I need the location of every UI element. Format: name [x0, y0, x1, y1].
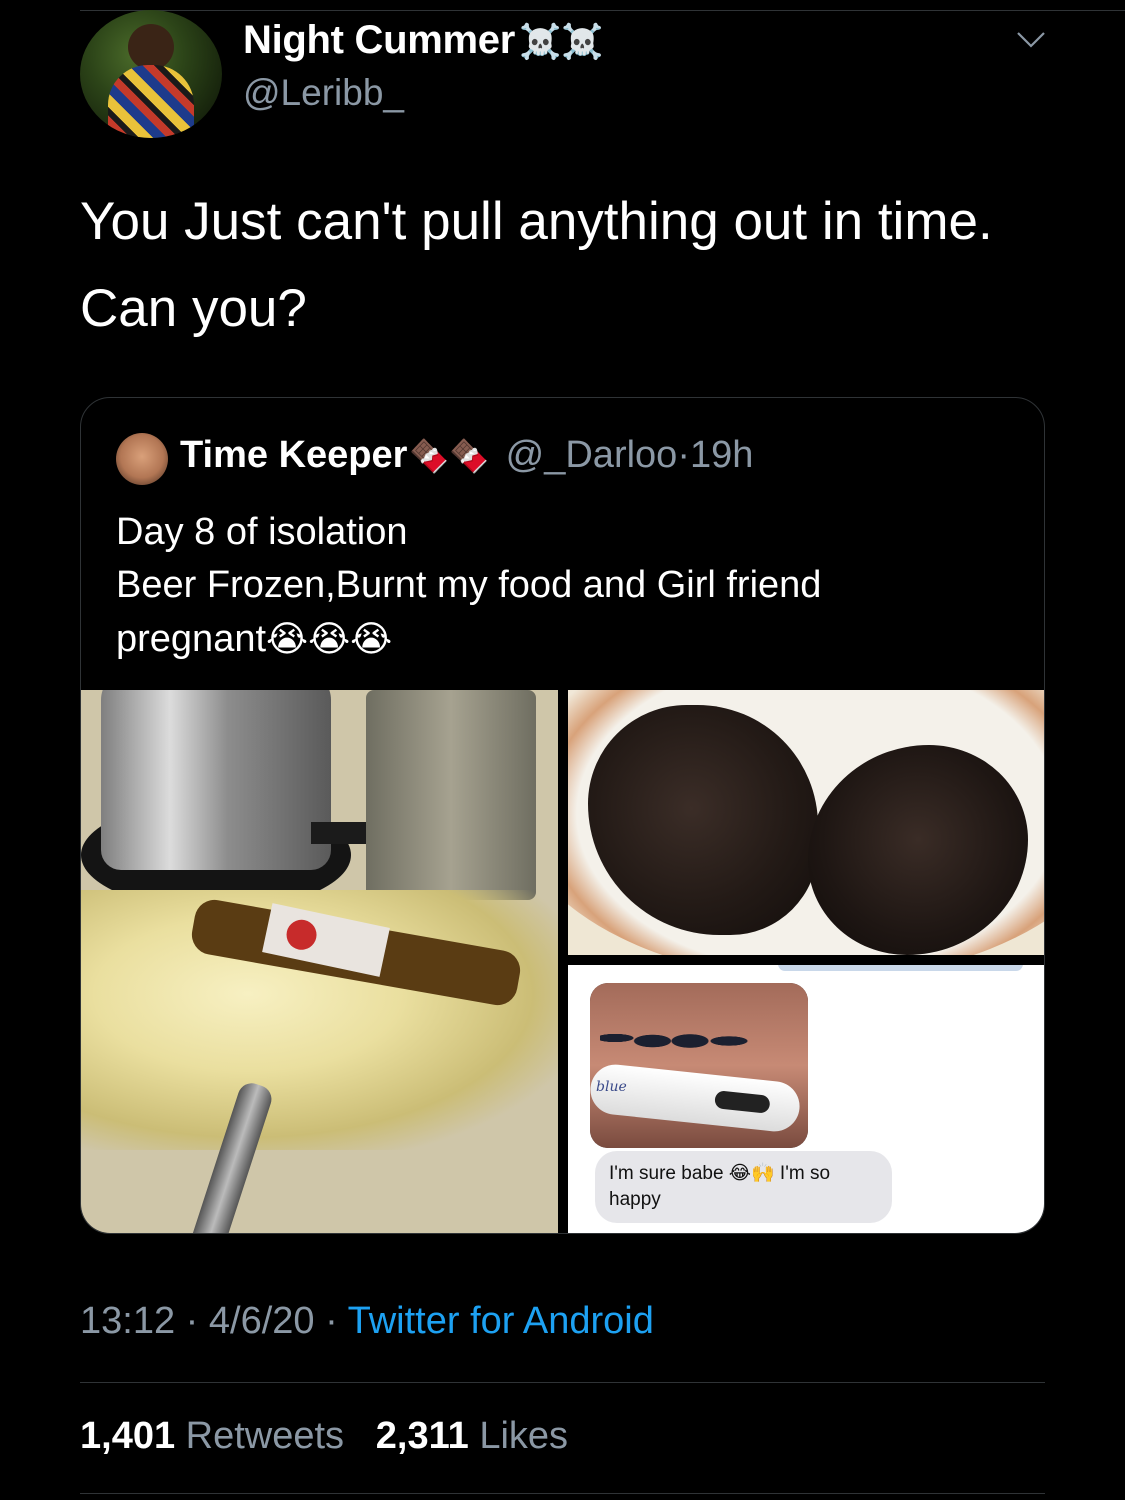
pregnancy-test-image[interactable]: blue I'm sure babe 😂🙌 I'm so happy [568, 965, 1044, 1233]
author-handle[interactable]: @Leribb_ [243, 72, 404, 114]
header-dot: · [677, 434, 690, 476]
quoted-tweet-header: Time Keeper🍫🍫 @_Darloo·19h [180, 434, 753, 477]
quoted-author-avatar [116, 433, 168, 485]
quoted-line-2: Beer Frozen,Burnt my food and Girl frien… [116, 564, 822, 606]
quoted-author-name: Time Keeper [180, 434, 408, 476]
skull-emoji-icon: ☠️☠️ [518, 23, 604, 61]
frozen-beer-image[interactable] [81, 690, 558, 1233]
quoted-line-3-text: pregnant [116, 618, 267, 660]
burnt-food-image[interactable] [568, 690, 1044, 955]
crying-emoji-icon: 😭😭😭 [266, 618, 393, 659]
chat-message-bubble: I'm sure babe 😂🙌 I'm so happy [595, 1151, 892, 1223]
quoted-line-1: Day 8 of isolation [116, 511, 408, 553]
likes-stat[interactable]: 2,311 Likes [376, 1415, 568, 1457]
likes-label: Likes [479, 1415, 569, 1457]
avatar-head [128, 24, 174, 70]
divider [80, 1382, 1045, 1383]
quoted-tweet-text: Day 8 of isolation Beer Frozen,Burnt my … [116, 506, 1016, 666]
kettle [101, 690, 331, 870]
tweet-stats: 1,401 Retweets 2,311 Likes [80, 1415, 568, 1458]
chat-top-bubble [778, 965, 1023, 971]
test-brand-text: blue [596, 1079, 627, 1095]
quoted-tweet-card[interactable]: Time Keeper🍫🍫 @_Darloo·19h Day 8 of isol… [80, 397, 1045, 1234]
author-display-name: Night Cummer [243, 18, 515, 62]
chevron-down-icon[interactable] [1016, 30, 1046, 50]
quoted-time-ago: 19h [689, 434, 754, 476]
likes-count: 2,311 [375, 1415, 469, 1457]
author-name[interactable]: Night Cummer ☠️☠️ [243, 18, 603, 63]
tweet-source-link[interactable]: Twitter for Android [348, 1300, 654, 1342]
jar [366, 690, 536, 900]
meta-dot-2: · [325, 1300, 338, 1342]
retweets-stat[interactable]: 1,401 Retweets [80, 1415, 344, 1457]
author-avatar[interactable] [80, 10, 222, 138]
avatar-shirt [108, 65, 194, 138]
retweets-label: Retweets [185, 1415, 345, 1457]
divider-bottom [80, 1493, 1045, 1494]
chocolate-emoji-icon: 🍫🍫 [409, 438, 490, 474]
painted-nails [600, 1008, 750, 1068]
tweet-meta: 13:12 · 4/6/20 · Twitter for Android [80, 1300, 654, 1343]
test-result-window [714, 1090, 771, 1114]
chat-photo: blue [590, 983, 808, 1148]
tweet-date: 4/6/20 [208, 1300, 315, 1342]
top-divider [80, 10, 1125, 11]
retweets-count: 1,401 [80, 1415, 176, 1457]
meta-dot-1: · [185, 1300, 199, 1342]
quoted-line-3: pregnant😭😭😭 [116, 612, 1016, 666]
tweet-text: You Just can't pull anything out in time… [80, 192, 993, 338]
tweet-time: 13:12 [80, 1300, 176, 1342]
media-grid: blue I'm sure babe 😂🙌 I'm so happy [81, 690, 1044, 1233]
quoted-author-handle: @_Darloo [505, 434, 678, 476]
